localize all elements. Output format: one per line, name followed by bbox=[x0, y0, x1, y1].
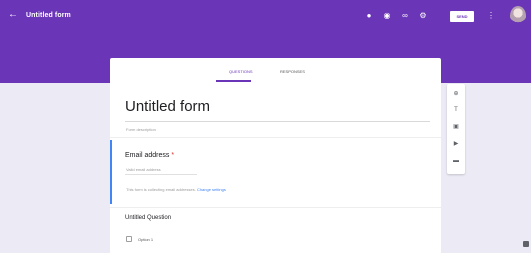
answer-underline bbox=[125, 174, 197, 175]
more-vert-icon[interactable]: ⋮ bbox=[487, 11, 495, 21]
question-divider bbox=[110, 207, 441, 208]
text-icon[interactable]: T bbox=[453, 107, 459, 113]
top-bar: ← Untitled form ● ◉ ∞ ⚙ SEND ⋮ bbox=[0, 0, 531, 40]
answer-placeholder: Valid email address bbox=[126, 167, 161, 172]
change-settings-link[interactable]: Change settings bbox=[197, 187, 226, 192]
help-icon[interactable] bbox=[523, 241, 529, 247]
active-tab-indicator bbox=[216, 80, 251, 82]
question-title[interactable]: Email address * bbox=[125, 152, 174, 159]
tab-bar: QUESTIONS RESPONSES bbox=[110, 64, 441, 82]
option-label[interactable]: Option 1 bbox=[138, 237, 153, 242]
note-text: This form is collecting email addresses. bbox=[126, 187, 196, 192]
option-checkbox[interactable] bbox=[126, 236, 132, 242]
form-description-field[interactable]: Form description bbox=[126, 127, 156, 132]
active-question-indicator bbox=[110, 140, 112, 204]
tab-responses[interactable]: RESPONSES bbox=[280, 69, 305, 74]
form-title[interactable]: Untitled form bbox=[125, 98, 210, 115]
email-collection-note: This form is collecting email addresses.… bbox=[126, 187, 226, 192]
eye-icon[interactable]: ◉ bbox=[382, 11, 392, 21]
question-label: Email address bbox=[125, 152, 170, 159]
link-icon[interactable]: ∞ bbox=[400, 11, 410, 21]
required-marker: * bbox=[171, 152, 175, 159]
gear-icon[interactable]: ⚙ bbox=[418, 11, 428, 21]
section-divider bbox=[110, 137, 441, 138]
video-icon[interactable]: ▶ bbox=[453, 141, 459, 147]
add-circle-icon[interactable]: ⊕ bbox=[453, 91, 459, 97]
app-title[interactable]: Untitled form bbox=[26, 12, 71, 19]
image-icon[interactable]: ▣ bbox=[453, 124, 459, 130]
avatar[interactable] bbox=[510, 6, 526, 26]
title-underline bbox=[125, 121, 430, 122]
arrow-left-icon[interactable]: ← bbox=[8, 10, 18, 20]
send-button[interactable]: SEND bbox=[450, 11, 474, 22]
section-icon[interactable]: ▬ bbox=[453, 158, 459, 164]
tab-questions[interactable]: QUESTIONS bbox=[229, 69, 253, 74]
question-title[interactable]: Untitled Question bbox=[125, 215, 171, 221]
palette-icon[interactable]: ● bbox=[364, 11, 374, 21]
